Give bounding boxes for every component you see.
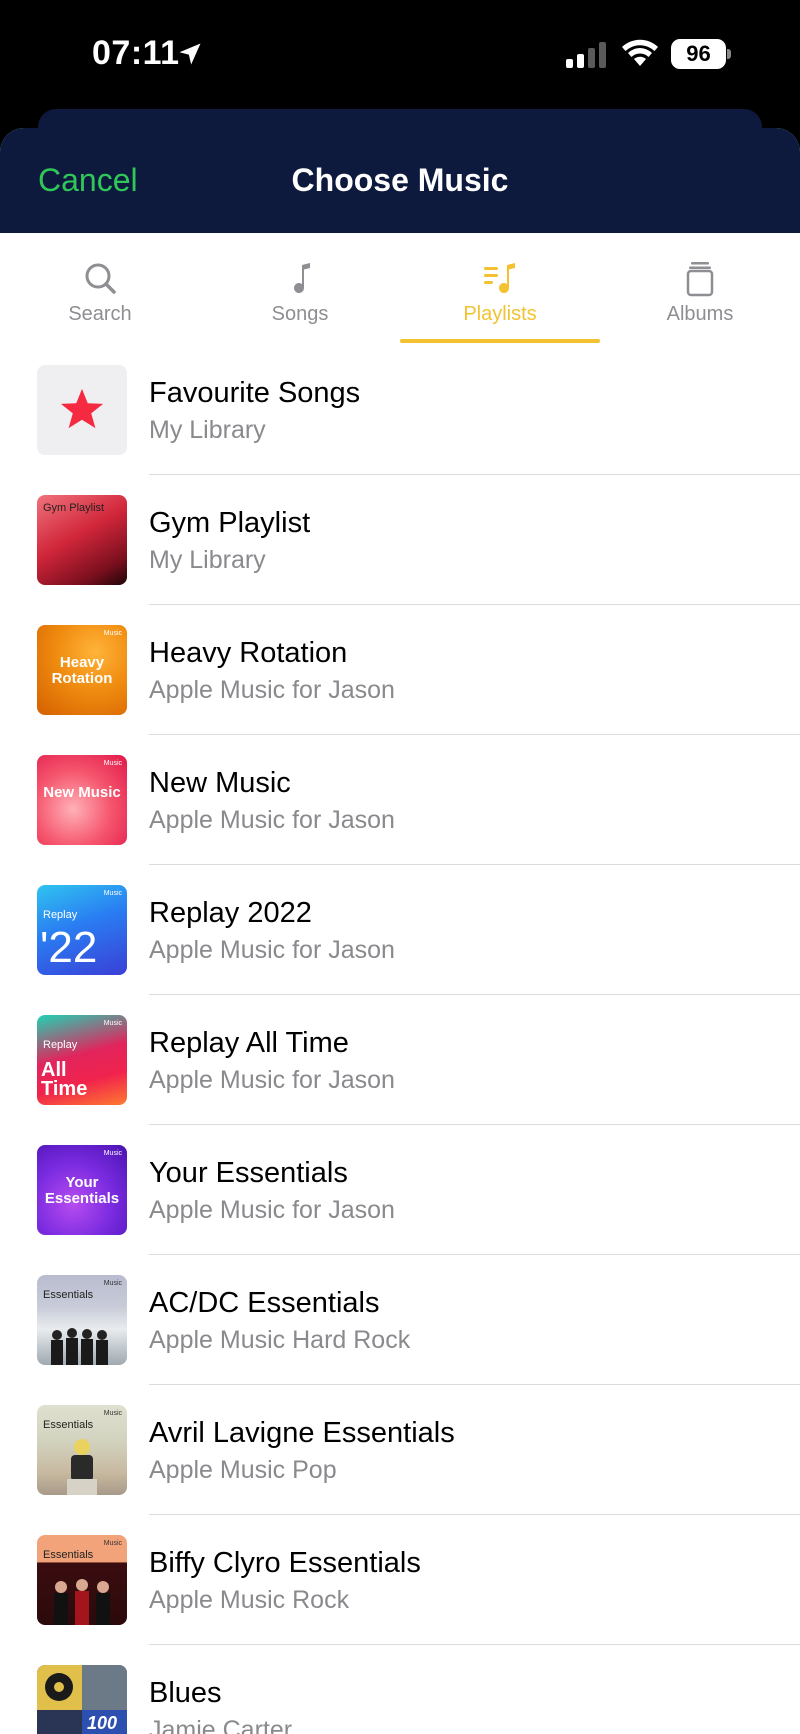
choose-music-sheet: Cancel Choose Music Search Songs Playlis… [0, 128, 800, 1734]
artwork-label: Gym Playlist [43, 502, 105, 514]
playlist-title: Favourite Songs [149, 377, 361, 409]
tab-songs[interactable]: Songs [200, 233, 400, 343]
music-note-icon [294, 263, 310, 293]
artwork-label: Essentials [43, 1289, 94, 1301]
artwork-label: Essentials [43, 1549, 94, 1561]
playlist-artwork: Music Essentials [37, 1275, 127, 1365]
playlist-artwork: Music Essentials [37, 1405, 127, 1495]
status-time: 07:11 [92, 34, 180, 72]
artist-photo [67, 1439, 97, 1495]
band-photo [51, 1328, 108, 1365]
apple-music-badge: Music [103, 630, 122, 637]
artwork-label: Your Essentials [44, 1174, 120, 1207]
playlist-title: Your Essentials [149, 1157, 348, 1189]
playlist-subtitle: Apple Music Hard Rock [149, 1326, 411, 1354]
playlist-artwork: Music New Music [37, 755, 127, 845]
list-item[interactable]: Music New Music New Music Apple Music fo… [0, 735, 800, 865]
artwork-label: 100 [87, 1713, 118, 1733]
tab-albums[interactable]: Albums [600, 233, 800, 343]
cellular-signal-icon [566, 42, 606, 68]
playlist-subtitle: My Library [149, 546, 266, 574]
list-item[interactable]: 100 Blues Jamie Carter [0, 1645, 800, 1734]
playlist-subtitle: Apple Music for Jason [149, 936, 395, 964]
playlist-subtitle: Apple Music Pop [149, 1456, 337, 1484]
playlist-artwork [37, 365, 127, 455]
playlist-title: Gym Playlist [149, 507, 311, 539]
albums-icon [686, 262, 714, 297]
playlist-icon [484, 263, 515, 293]
playlist-title: New Music [149, 767, 291, 799]
playlist-title: Replay 2022 [149, 897, 312, 929]
playlist-title: AC/DC Essentials [149, 1287, 380, 1319]
list-item[interactable]: Gym Playlist Gym Playlist My Library [0, 475, 800, 605]
tab-playlists[interactable]: Playlists [400, 233, 600, 343]
apple-music-badge: Music [103, 1020, 122, 1027]
playlist-artwork: Music Your Essentials [37, 1145, 127, 1235]
nav-bar: Cancel Choose Music [0, 128, 800, 233]
playlist-subtitle: Apple Music for Jason [149, 1196, 395, 1224]
playlist-subtitle: Apple Music for Jason [149, 676, 395, 704]
playlist-subtitle: Apple Music Rock [149, 1586, 350, 1614]
active-tab-indicator [400, 339, 600, 343]
playlist-list: Favourite Songs My Library Gym Playlist … [0, 345, 800, 1734]
battery-cap [727, 49, 731, 59]
tab-label: Albums [666, 303, 734, 325]
artwork-label: Replay [43, 1039, 78, 1051]
apple-music-badge: Music [103, 1540, 122, 1547]
apple-music-badge: Music [103, 890, 122, 897]
tab-search[interactable]: Search [0, 233, 200, 343]
tab-bar: Search Songs Playlists Albums [0, 233, 800, 345]
list-item[interactable]: Music Your Essentials Your Essentials Ap… [0, 1125, 800, 1255]
tab-label: Playlists [463, 303, 537, 325]
apple-music-badge: Music [103, 1280, 122, 1287]
artwork-label: Replay [43, 909, 78, 921]
artwork-subtitle: All Time [41, 1059, 88, 1100]
list-item[interactable]: Music Essentials Avril Lavigne Essential… [0, 1385, 800, 1515]
artwork-year: '22 [40, 923, 98, 972]
playlist-subtitle: Jamie Carter [149, 1716, 293, 1734]
playlist-title: Blues [149, 1677, 222, 1709]
list-item[interactable]: Music Heavy Rotation Heavy Rotation Appl… [0, 605, 800, 735]
playlist-artwork: Music Essentials [37, 1535, 127, 1625]
list-item[interactable]: Music Replay All Time Replay All Time Ap… [0, 995, 800, 1125]
tab-label: Songs [271, 303, 329, 325]
apple-music-badge: Music [103, 1410, 122, 1417]
playlist-artwork: Music Replay All Time [37, 1015, 127, 1105]
playlist-artwork: Gym Playlist [37, 495, 127, 585]
playlist-title: Avril Lavigne Essentials [149, 1417, 455, 1449]
apple-music-badge: Music [103, 760, 122, 767]
band-photo [54, 1579, 110, 1625]
playlist-artwork: 100 [37, 1665, 127, 1734]
playlist-title: Replay All Time [149, 1027, 349, 1059]
playlist-artwork: Music Heavy Rotation [37, 625, 127, 715]
search-icon [85, 263, 116, 294]
artwork-label: Essentials [43, 1419, 94, 1431]
tab-label: Search [68, 303, 132, 325]
playlist-subtitle: Apple Music for Jason [149, 806, 395, 834]
list-item[interactable]: Music Essentials AC/DC Essentials Apple … [0, 1255, 800, 1385]
page-title: Choose Music [291, 162, 509, 198]
artwork-label: Heavy Rotation [51, 654, 113, 687]
battery-indicator: 96 [671, 39, 726, 69]
star-icon [60, 388, 104, 429]
location-arrow-icon [179, 43, 201, 65]
list-item[interactable]: Favourite Songs My Library [0, 345, 800, 475]
apple-music-badge: Music [103, 1150, 122, 1157]
playlist-title: Biffy Clyro Essentials [149, 1547, 421, 1579]
artwork-label: New Music [43, 784, 121, 801]
playlist-artwork: Music Replay '22 [37, 885, 127, 975]
list-item[interactable]: Music Essentials Biffy Clyro Essentials … [0, 1515, 800, 1645]
playlist-subtitle: Apple Music for Jason [149, 1066, 395, 1094]
playlist-subtitle: My Library [149, 416, 266, 444]
wifi-icon [622, 39, 658, 66]
status-bar: 07:11 96 [0, 0, 800, 110]
playlist-title: Heavy Rotation [149, 637, 348, 669]
list-item[interactable]: Music Replay '22 Replay 2022 Apple Music… [0, 865, 800, 995]
